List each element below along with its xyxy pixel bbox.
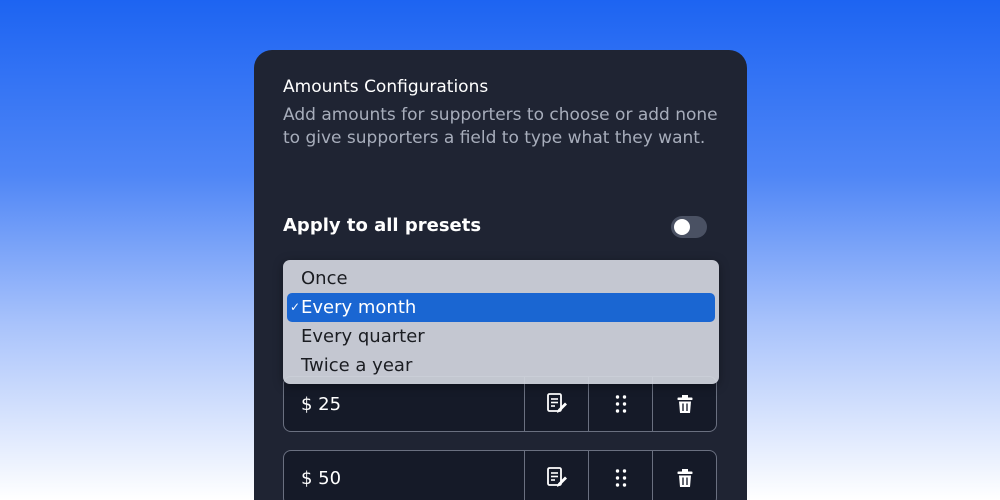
option-label: Every quarter — [301, 326, 425, 347]
drag-handle-icon — [614, 468, 628, 488]
edit-button[interactable] — [524, 377, 588, 431]
panel-title: Amounts Configurations — [283, 77, 489, 97]
panel-description: Add amounts for supporters to choose or … — [283, 105, 718, 148]
drag-handle-icon — [614, 394, 628, 414]
edit-button[interactable] — [524, 451, 588, 500]
drag-handle-button[interactable] — [588, 451, 652, 500]
amount-value[interactable]: $ 50 — [284, 451, 524, 500]
drag-handle-button[interactable] — [588, 377, 652, 431]
apply-all-row: Apply to all presets — [283, 214, 707, 240]
apply-all-toggle[interactable] — [671, 216, 707, 238]
dropdown-option-every-month[interactable]: ✓ Every month — [287, 293, 715, 322]
apply-all-label: Apply to all presets — [283, 215, 482, 236]
amount-row: $ 50 — [283, 450, 717, 500]
amount-row: $ 25 — [283, 376, 717, 432]
toggle-knob — [674, 219, 690, 235]
option-label: Twice a year — [301, 355, 413, 376]
dropdown-option-every-quarter[interactable]: Every quarter — [287, 322, 715, 351]
dropdown-option-once[interactable]: Once — [287, 264, 715, 293]
option-label: Once — [301, 268, 348, 289]
trash-icon — [677, 394, 693, 414]
trash-icon — [677, 468, 693, 488]
edit-note-icon — [546, 467, 568, 489]
frequency-dropdown-menu: Once ✓ Every month Every quarter Twice a… — [283, 260, 719, 384]
dropdown-option-twice-a-year[interactable]: Twice a year — [287, 351, 715, 380]
delete-button[interactable] — [652, 377, 716, 431]
delete-button[interactable] — [652, 451, 716, 500]
option-label: Every month — [301, 297, 417, 318]
amount-value[interactable]: $ 25 — [284, 377, 524, 431]
checkmark-icon: ✓ — [290, 300, 301, 314]
edit-note-icon — [546, 393, 568, 415]
